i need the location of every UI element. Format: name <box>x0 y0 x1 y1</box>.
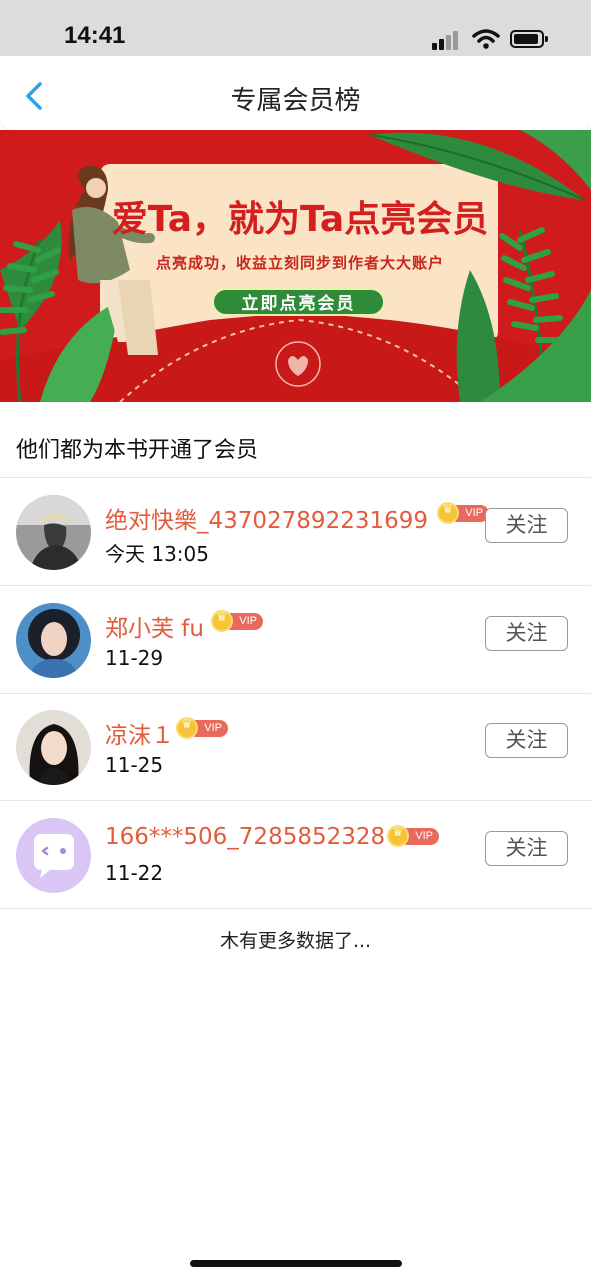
vip-badge: VIP <box>211 610 263 632</box>
member-date: 11-25 <box>105 753 164 777</box>
crown-icon <box>437 502 459 524</box>
follow-button[interactable]: 关注 <box>485 508 568 543</box>
avatar[interactable] <box>16 495 91 570</box>
member-name: 凉沫１ <box>105 723 174 749</box>
vip-badge: VIP <box>437 502 489 524</box>
crown-icon <box>176 717 198 739</box>
member-name: 绝对快樂_437027892231699 <box>105 508 428 534</box>
list-item[interactable]: 郑小芙 fu VIP 11-29 关注 <box>0 586 591 693</box>
home-indicator[interactable] <box>190 1260 402 1267</box>
light-up-membership-button[interactable]: 立即点亮会员 <box>212 288 385 316</box>
divider <box>0 908 591 909</box>
member-name: 166***506_7285852328 <box>105 824 386 850</box>
avatar[interactable] <box>16 818 91 893</box>
crown-icon <box>211 610 233 632</box>
vip-badge: VIP <box>176 717 228 739</box>
member-date: 今天 13:05 <box>105 542 209 566</box>
list-item[interactable]: 166***506_7285852328 VIP 11-22 关注 <box>0 801 591 908</box>
end-of-list-text: 木有更多数据了... <box>219 930 372 952</box>
nav-bar: 专属会员榜 <box>0 56 591 130</box>
page-title: 专属会员榜 <box>230 86 361 116</box>
member-date: 11-29 <box>105 646 164 670</box>
member-date: 11-22 <box>105 861 164 885</box>
avatar[interactable] <box>16 603 91 678</box>
promo-banner[interactable]: 爱Ta，就为Ta点亮会员 点亮成功，收益立刻同步到作者大大账户 立即点亮会员 <box>0 130 591 402</box>
list-item[interactable]: 凉沫１ VIP 11-25 关注 <box>0 693 591 800</box>
status-time: 14:41 <box>64 22 126 49</box>
section-heading: 他们都为本书开通了会员 <box>16 438 259 463</box>
status-bar: 14:41 <box>0 0 591 56</box>
list-item[interactable]: 绝对快樂_437027892231699 VIP 今天 13:05 关注 <box>0 478 591 585</box>
wifi-icon <box>472 29 500 49</box>
battery-icon <box>510 30 548 48</box>
cellular-signal-icon <box>432 30 462 50</box>
banner-subtitle: 点亮成功，收益立刻同步到作者大大账户 <box>155 254 444 272</box>
crown-icon <box>387 825 409 847</box>
follow-button[interactable]: 关注 <box>485 616 568 651</box>
follow-button[interactable]: 关注 <box>485 831 568 866</box>
vip-badge: VIP <box>387 825 439 847</box>
avatar[interactable] <box>16 710 91 785</box>
member-name: 郑小芙 fu <box>105 616 204 642</box>
follow-button[interactable]: 关注 <box>485 723 568 758</box>
banner-headline: 爱Ta，就为Ta点亮会员 <box>111 199 489 240</box>
